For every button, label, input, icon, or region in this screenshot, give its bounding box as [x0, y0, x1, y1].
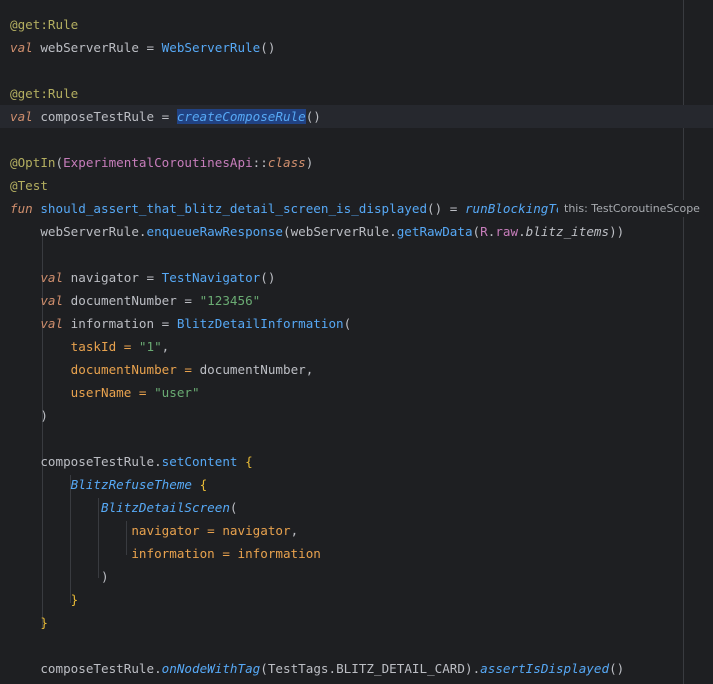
code-line[interactable]: @get:Rule	[0, 13, 713, 36]
identifier: webServerRule =	[32, 40, 162, 55]
punctuation: ,	[161, 339, 170, 354]
code-line[interactable]: composeTestRule.setContent {	[0, 450, 713, 473]
selected-function-call[interactable]: createComposeRule	[176, 109, 306, 124]
code-line[interactable]: val webServerRule = WebServerRule()	[0, 36, 713, 59]
identifier: composeTestRule =	[32, 109, 177, 124]
identifier: (webServerRule.	[282, 224, 397, 239]
punctuation: ))	[609, 224, 625, 239]
code-line[interactable]: documentNumber = documentNumber,	[0, 358, 713, 381]
identifier: composeTestRule.	[40, 454, 162, 469]
string-literal: "123456"	[199, 293, 261, 308]
code-line[interactable]: @Test	[0, 174, 713, 197]
punctuation: ()	[305, 109, 321, 124]
punctuation: .	[518, 224, 526, 239]
class-reference: ExperimentalCoroutinesApi	[63, 155, 253, 170]
identifier: documentNumber,	[199, 362, 314, 377]
identifier: (TestTags.	[260, 661, 337, 676]
composable-call: BlitzRefuseTheme	[70, 477, 192, 492]
function-call: getRawData	[396, 224, 473, 239]
code-editor[interactable]: @get:Rule val webServerRule = WebServerR…	[0, 0, 713, 684]
annotation: @get:Rule	[10, 17, 79, 32]
function-call: TestNavigator	[161, 270, 261, 285]
annotation: @OptIn	[10, 155, 56, 170]
code-line[interactable]: BlitzRefuseTheme {	[0, 473, 713, 496]
function-call: setContent	[161, 454, 238, 469]
keyword: val	[10, 109, 33, 124]
keyword: val	[40, 270, 64, 285]
punctuation: (	[472, 224, 481, 239]
function-call: BlitzDetailInformation	[176, 316, 344, 331]
function-call: WebServerRule	[161, 40, 261, 55]
identifier: information	[237, 546, 321, 561]
code-line[interactable]: composeTestRule.onNodeWithTag(TestTags.B…	[0, 657, 713, 680]
code-line[interactable]: }	[0, 611, 713, 634]
code-line[interactable]: fun should_assert_that_blitz_detail_scre…	[0, 197, 713, 220]
punctuation: )	[101, 569, 109, 584]
function-call: assertIsDisplayed	[480, 661, 610, 676]
keyword: class	[267, 155, 306, 170]
keyword: val	[10, 40, 33, 55]
code-line[interactable]: }	[0, 588, 713, 611]
punctuation: ,	[290, 523, 299, 538]
punctuation: )	[40, 408, 48, 423]
punctuation: ()	[260, 270, 276, 285]
code-line[interactable]: val information = BlitzDetailInformation…	[0, 312, 713, 335]
composable-call: BlitzDetailScreen	[101, 500, 230, 515]
identifier: documentNumber =	[63, 293, 200, 308]
function-call: enqueueRawResponse	[146, 224, 283, 239]
code-line[interactable]: @get:Rule	[0, 82, 713, 105]
punctuation: (	[343, 316, 352, 331]
brace: }	[70, 592, 79, 607]
punctuation: ).	[464, 661, 481, 676]
current-code-line[interactable]: val composeTestRule = createComposeRule(…	[0, 105, 713, 128]
annotation: @get:Rule	[10, 86, 79, 101]
named-argument: userName =	[70, 385, 155, 400]
constant: BLITZ_DETAIL_CARD	[336, 661, 465, 676]
brace: }	[40, 615, 48, 630]
punctuation: ()	[260, 40, 276, 55]
punctuation: ::	[252, 155, 268, 170]
identifier: webServerRule.	[40, 224, 147, 239]
punctuation: (	[55, 155, 64, 170]
class-reference: R	[480, 224, 488, 239]
keyword: val	[40, 293, 64, 308]
code-line[interactable]: webServerRule.enqueueRawResponse(webServ…	[0, 220, 713, 243]
code-line[interactable]: userName = "user"	[0, 381, 713, 404]
named-argument: navigator =	[131, 523, 223, 538]
named-argument: taskId =	[70, 339, 139, 354]
named-argument: information =	[131, 546, 238, 561]
punctuation: ()	[609, 661, 625, 676]
identifier: navigator	[222, 523, 291, 538]
property: raw	[495, 224, 519, 239]
keyword: fun	[10, 201, 33, 216]
identifier: navigator =	[63, 270, 162, 285]
code-line[interactable]: information = information	[0, 542, 713, 565]
inlay-hint: this: TestCoroutineScope	[558, 200, 706, 217]
punctuation: )	[305, 155, 314, 170]
brace: {	[192, 477, 208, 492]
code-line[interactable]: taskId = "1",	[0, 335, 713, 358]
property: blitz_items	[525, 224, 610, 239]
code-line[interactable]: @OptIn(ExperimentalCoroutinesApi::class)	[0, 151, 713, 174]
named-argument: documentNumber =	[70, 362, 200, 377]
identifier: information =	[63, 316, 177, 331]
punctuation: () =	[427, 201, 465, 216]
keyword: val	[40, 316, 64, 331]
identifier: composeTestRule.	[40, 661, 162, 676]
code-line[interactable]: )	[0, 404, 713, 427]
string-literal: "1"	[138, 339, 162, 354]
punctuation: (	[229, 500, 238, 515]
function-call: onNodeWithTag	[161, 661, 261, 676]
code-line[interactable]: )	[0, 565, 713, 588]
code-line[interactable]: val navigator = TestNavigator()	[0, 266, 713, 289]
code-line[interactable]: navigator = navigator,	[0, 519, 713, 542]
annotation: @Test	[10, 178, 48, 193]
function-declaration: should_assert_that_blitz_detail_screen_i…	[40, 201, 428, 216]
string-literal: "user"	[154, 385, 200, 400]
code-line[interactable]: BlitzDetailScreen(	[0, 496, 713, 519]
brace: {	[237, 454, 253, 469]
code-line[interactable]: val documentNumber = "123456"	[0, 289, 713, 312]
